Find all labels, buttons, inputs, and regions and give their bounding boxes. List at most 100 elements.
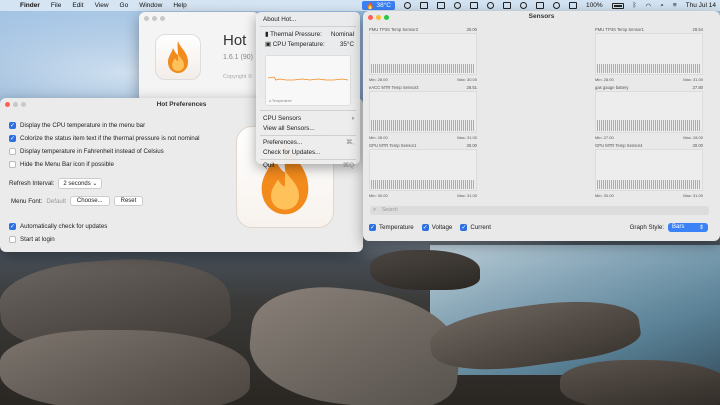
auto-update-row[interactable]: ✓ Automatically check for updates (9, 223, 107, 230)
clock-icon[interactable] (487, 2, 494, 9)
preferences-shortcut: ⌘, (345, 139, 354, 146)
menu-quit[interactable]: Quit ⌘Q (263, 162, 354, 169)
checkbox[interactable] (9, 148, 16, 155)
battery-icon[interactable] (611, 2, 624, 9)
menu-go[interactable]: Go (120, 2, 129, 9)
sensor-graph (595, 149, 703, 191)
sensor-name: GPU MTR Temp Sensor1 (369, 143, 417, 148)
timer-icon[interactable] (454, 2, 461, 9)
pref-option-fahrenheit[interactable]: Display temperature in Fahrenheit instea… (9, 148, 164, 155)
sensor-panel: PMU TP3S Temp Sensor3 30.00 Min: 28.00 Max… (369, 27, 477, 83)
hot-status-menu: About Hot... ▮ Thermal Pressure: Nominal… (256, 12, 360, 169)
thermometer-icon: ▮ (265, 31, 269, 38)
eye-icon[interactable] (553, 2, 560, 9)
menu-view[interactable]: View (95, 2, 109, 9)
menu-preferences[interactable]: Preferences... ⌘, (263, 139, 354, 146)
toggle-current[interactable]: ✓ Current (460, 224, 491, 231)
status-items: 🔥 38°C 100% ᛒ ◠ ⌕ ≡ Thu Jul 14 (362, 0, 716, 11)
checkbox[interactable]: ✓ (369, 224, 376, 231)
refresh-interval-select[interactable]: 2 seconds ⌄ (58, 178, 103, 189)
choose-font-button[interactable]: Choose... (69, 196, 110, 206)
chip-icon: ▣ (265, 41, 271, 48)
checkbox[interactable]: ✓ (9, 135, 16, 142)
thermal-pressure-row: ▮ Thermal Pressure: Nominal (265, 31, 354, 38)
battery-percent: 100% (586, 2, 603, 9)
sensor-max: Max: 31.00 (457, 193, 477, 198)
keyboard-icon[interactable] (503, 2, 511, 9)
cloud-icon[interactable] (470, 2, 478, 9)
sensor-current: 30.00 (466, 27, 477, 32)
sensor-panel: eACC MTR Temp Sensor3 28.51 Min: 28.00 Max… (369, 85, 477, 141)
screen-icon[interactable] (536, 2, 544, 9)
sensor-current: 28.54 (692, 27, 703, 32)
sensor-name: gas gauge battery (595, 85, 629, 90)
sensor-graph (595, 91, 703, 133)
reset-font-button[interactable]: Reset (113, 196, 144, 206)
activity-icon[interactable] (520, 2, 527, 9)
menu-file[interactable]: File (51, 2, 61, 9)
graph-style-control: Graph Style: Bars ⇕ (630, 223, 708, 232)
menu-separator (260, 26, 356, 27)
menu-about-hot[interactable]: About Hot... (263, 16, 354, 23)
sensor-graph (369, 33, 477, 75)
flame-icon (168, 41, 188, 73)
flame-icon: 🔥 (366, 2, 375, 10)
pref-option-hide-icon[interactable]: Hide the Menu Bar icon if possible (9, 161, 114, 168)
sensor-name: PMU TP3S Temp Sensor3 (369, 27, 418, 32)
about-version: 1.6.1 (90) (223, 54, 253, 61)
cpu-temperature-row: ▣ CPU Temperature: 35°C (265, 41, 354, 48)
control-center-icon[interactable]: ≡ (673, 2, 677, 9)
shield-icon[interactable] (404, 2, 411, 9)
sensor-bars (371, 180, 475, 189)
refresh-interval-label: Refresh Interval: (9, 180, 55, 187)
menu-check-updates[interactable]: Check for Updates... (263, 149, 354, 156)
sensor-max: Max: 31.00 (457, 135, 477, 140)
checkbox[interactable] (9, 161, 16, 168)
graph-style-select[interactable]: Bars ⇕ (668, 223, 708, 232)
pref-option-cpu-menubar[interactable]: ✓ Display the CPU temperature in the men… (9, 122, 145, 129)
sensor-min: Min: 28.00 (369, 77, 388, 82)
window-title: Sensors (528, 13, 555, 20)
grid-icon[interactable] (569, 2, 577, 9)
checkbox[interactable]: ✓ (9, 223, 16, 230)
pref-option-label: Colorize the status item text if the the… (20, 135, 200, 142)
toggle-voltage[interactable]: ✓ Voltage (421, 224, 452, 231)
checkbox[interactable] (9, 236, 16, 243)
pref-option-colorize[interactable]: ✓ Colorize the status item text if the t… (9, 135, 200, 142)
temperature-graph: ● Temperature (265, 55, 351, 106)
search-icon[interactable]: ⌕ (660, 2, 664, 10)
close-button[interactable] (144, 16, 149, 21)
search-input[interactable]: ⌕ Search (370, 206, 709, 215)
wallpaper-rock (370, 250, 480, 290)
toggle-temperature[interactable]: ✓ Temperature (369, 224, 414, 231)
menu-view-all-sensors[interactable]: View all Sensors... (263, 125, 354, 132)
about-app-title: Hot (223, 32, 247, 49)
menu-app-name[interactable]: Finder (20, 2, 40, 9)
mirror-icon[interactable] (420, 2, 428, 9)
menu-separator (260, 110, 356, 111)
menu-edit[interactable]: Edit (72, 2, 83, 9)
sensor-min: Min: 27.00 (595, 135, 614, 140)
bluetooth-icon[interactable]: ᛒ (633, 2, 637, 9)
checkbox[interactable]: ✓ (421, 224, 429, 231)
cpu-temperature-value: 35°C (339, 41, 354, 48)
sensor-panel: PMU TP3S Temp Sensor1 28.54 Min: 28.00 Max… (595, 27, 703, 83)
wifi-icon[interactable]: ◠ (646, 2, 652, 10)
clock-text[interactable]: Thu Jul 14 (686, 2, 716, 9)
sensor-min: Min: 28.00 (595, 77, 614, 82)
hot-status-item[interactable]: 🔥 38°C (362, 1, 395, 10)
start-at-login-row[interactable]: Start at login (9, 236, 55, 243)
zoom-button[interactable] (160, 16, 165, 21)
sensor-bars (371, 64, 475, 73)
graph-legend: ● Temperature (269, 99, 292, 103)
sensor-graph (369, 149, 477, 191)
checkbox[interactable]: ✓ (9, 122, 16, 129)
checkbox[interactable]: ✓ (460, 224, 468, 231)
thermal-pressure-value: Nominal (330, 31, 354, 38)
pref-option-label: Hide the Menu Bar icon if possible (20, 161, 114, 168)
minimize-button[interactable] (152, 16, 157, 21)
display-icon[interactable] (437, 2, 445, 9)
menu-cpu-sensors[interactable]: CPU Sensors › (263, 115, 354, 122)
menu-window[interactable]: Window (139, 2, 162, 9)
menu-help[interactable]: Help (173, 2, 186, 9)
